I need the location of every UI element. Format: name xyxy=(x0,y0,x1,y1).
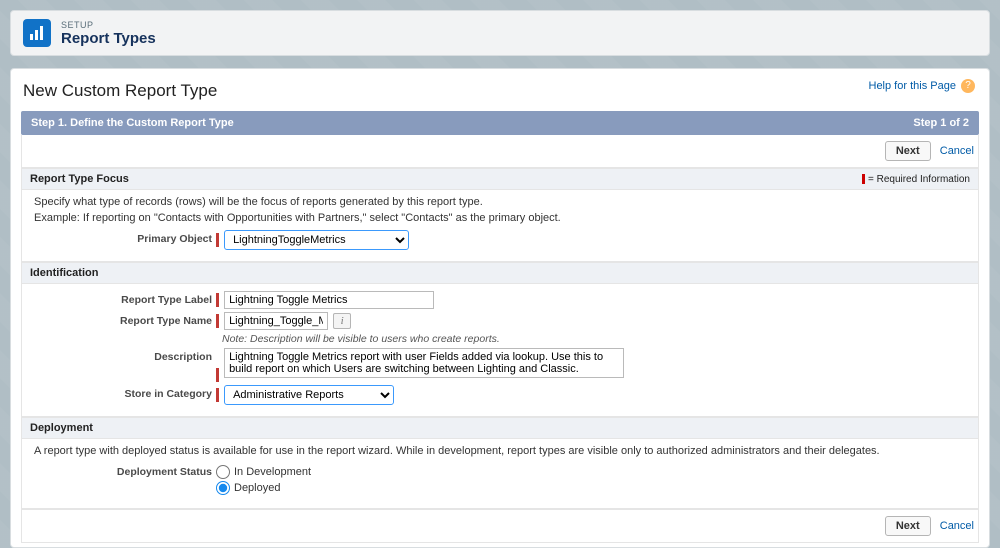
report-type-label-lbl: Report Type Label xyxy=(34,291,216,306)
report-type-label-input[interactable] xyxy=(224,291,434,309)
page-title: Report Types xyxy=(61,30,156,47)
radio-in-development[interactable] xyxy=(216,465,230,479)
deployment-intro: A report type with deployed status is av… xyxy=(34,445,966,457)
section-focus: Report Type Focus = Required Information… xyxy=(21,168,979,262)
required-indicator xyxy=(216,314,219,328)
next-button-bottom[interactable]: Next xyxy=(885,516,931,536)
section-deployment: Deployment A report type with deployed s… xyxy=(21,417,979,509)
description-note: Note: Description will be visible to use… xyxy=(222,333,966,345)
category-select[interactable]: Administrative Reports xyxy=(224,385,394,405)
category-lbl: Store in Category xyxy=(34,385,216,400)
bottom-button-row: Next Cancel xyxy=(21,509,979,543)
report-type-name-input[interactable] xyxy=(224,312,328,330)
focus-line2: Example: If reporting on "Contacts with … xyxy=(34,212,966,224)
required-indicator xyxy=(216,293,219,307)
required-indicator xyxy=(216,388,219,402)
report-chart-icon xyxy=(23,19,51,47)
deployment-status-lbl: Deployment Status xyxy=(34,463,216,478)
section-deployment-title: Deployment xyxy=(30,422,93,434)
setup-header: SETUP Report Types xyxy=(10,10,990,56)
primary-object-label: Primary Object xyxy=(34,230,216,245)
top-button-row: Next Cancel xyxy=(21,135,979,168)
primary-object-select[interactable]: LightningToggleMetrics xyxy=(224,230,409,250)
description-lbl: Description xyxy=(34,348,216,363)
step-title: Step 1. Define the Custom Report Type xyxy=(31,117,234,129)
required-indicator xyxy=(216,368,219,382)
section-identification: Identification Report Type Label Report … xyxy=(21,262,979,417)
next-button-top[interactable]: Next xyxy=(885,141,931,161)
info-icon-button[interactable]: i xyxy=(333,313,351,329)
cancel-link-top[interactable]: Cancel xyxy=(940,145,974,157)
required-indicator xyxy=(216,233,219,247)
required-info-note: = Required Information xyxy=(862,174,970,185)
description-textarea[interactable] xyxy=(224,348,624,378)
step-bar: Step 1. Define the Custom Report Type St… xyxy=(21,111,979,135)
radio-in-development-text: In Development xyxy=(234,466,311,478)
help-link[interactable]: Help for this Page ? xyxy=(869,79,976,93)
page-heading: New Custom Report Type xyxy=(23,81,979,101)
cancel-link-bottom[interactable]: Cancel xyxy=(940,520,974,532)
section-focus-title: Report Type Focus xyxy=(30,173,129,185)
help-icon: ? xyxy=(961,79,975,93)
help-link-text: Help for this Page xyxy=(869,80,956,92)
radio-in-development-label[interactable]: In Development xyxy=(216,465,966,479)
radio-deployed-label[interactable]: Deployed xyxy=(216,481,966,495)
radio-deployed-text: Deployed xyxy=(234,482,280,494)
main-card: New Custom Report Type Help for this Pag… xyxy=(10,68,990,548)
radio-deployed[interactable] xyxy=(216,481,230,495)
focus-line1: Specify what type of records (rows) will… xyxy=(34,196,966,208)
step-progress: Step 1 of 2 xyxy=(913,117,969,129)
section-identification-title: Identification xyxy=(30,267,98,279)
setup-breadcrumb: SETUP xyxy=(61,20,156,30)
report-type-name-lbl: Report Type Name xyxy=(34,312,216,327)
